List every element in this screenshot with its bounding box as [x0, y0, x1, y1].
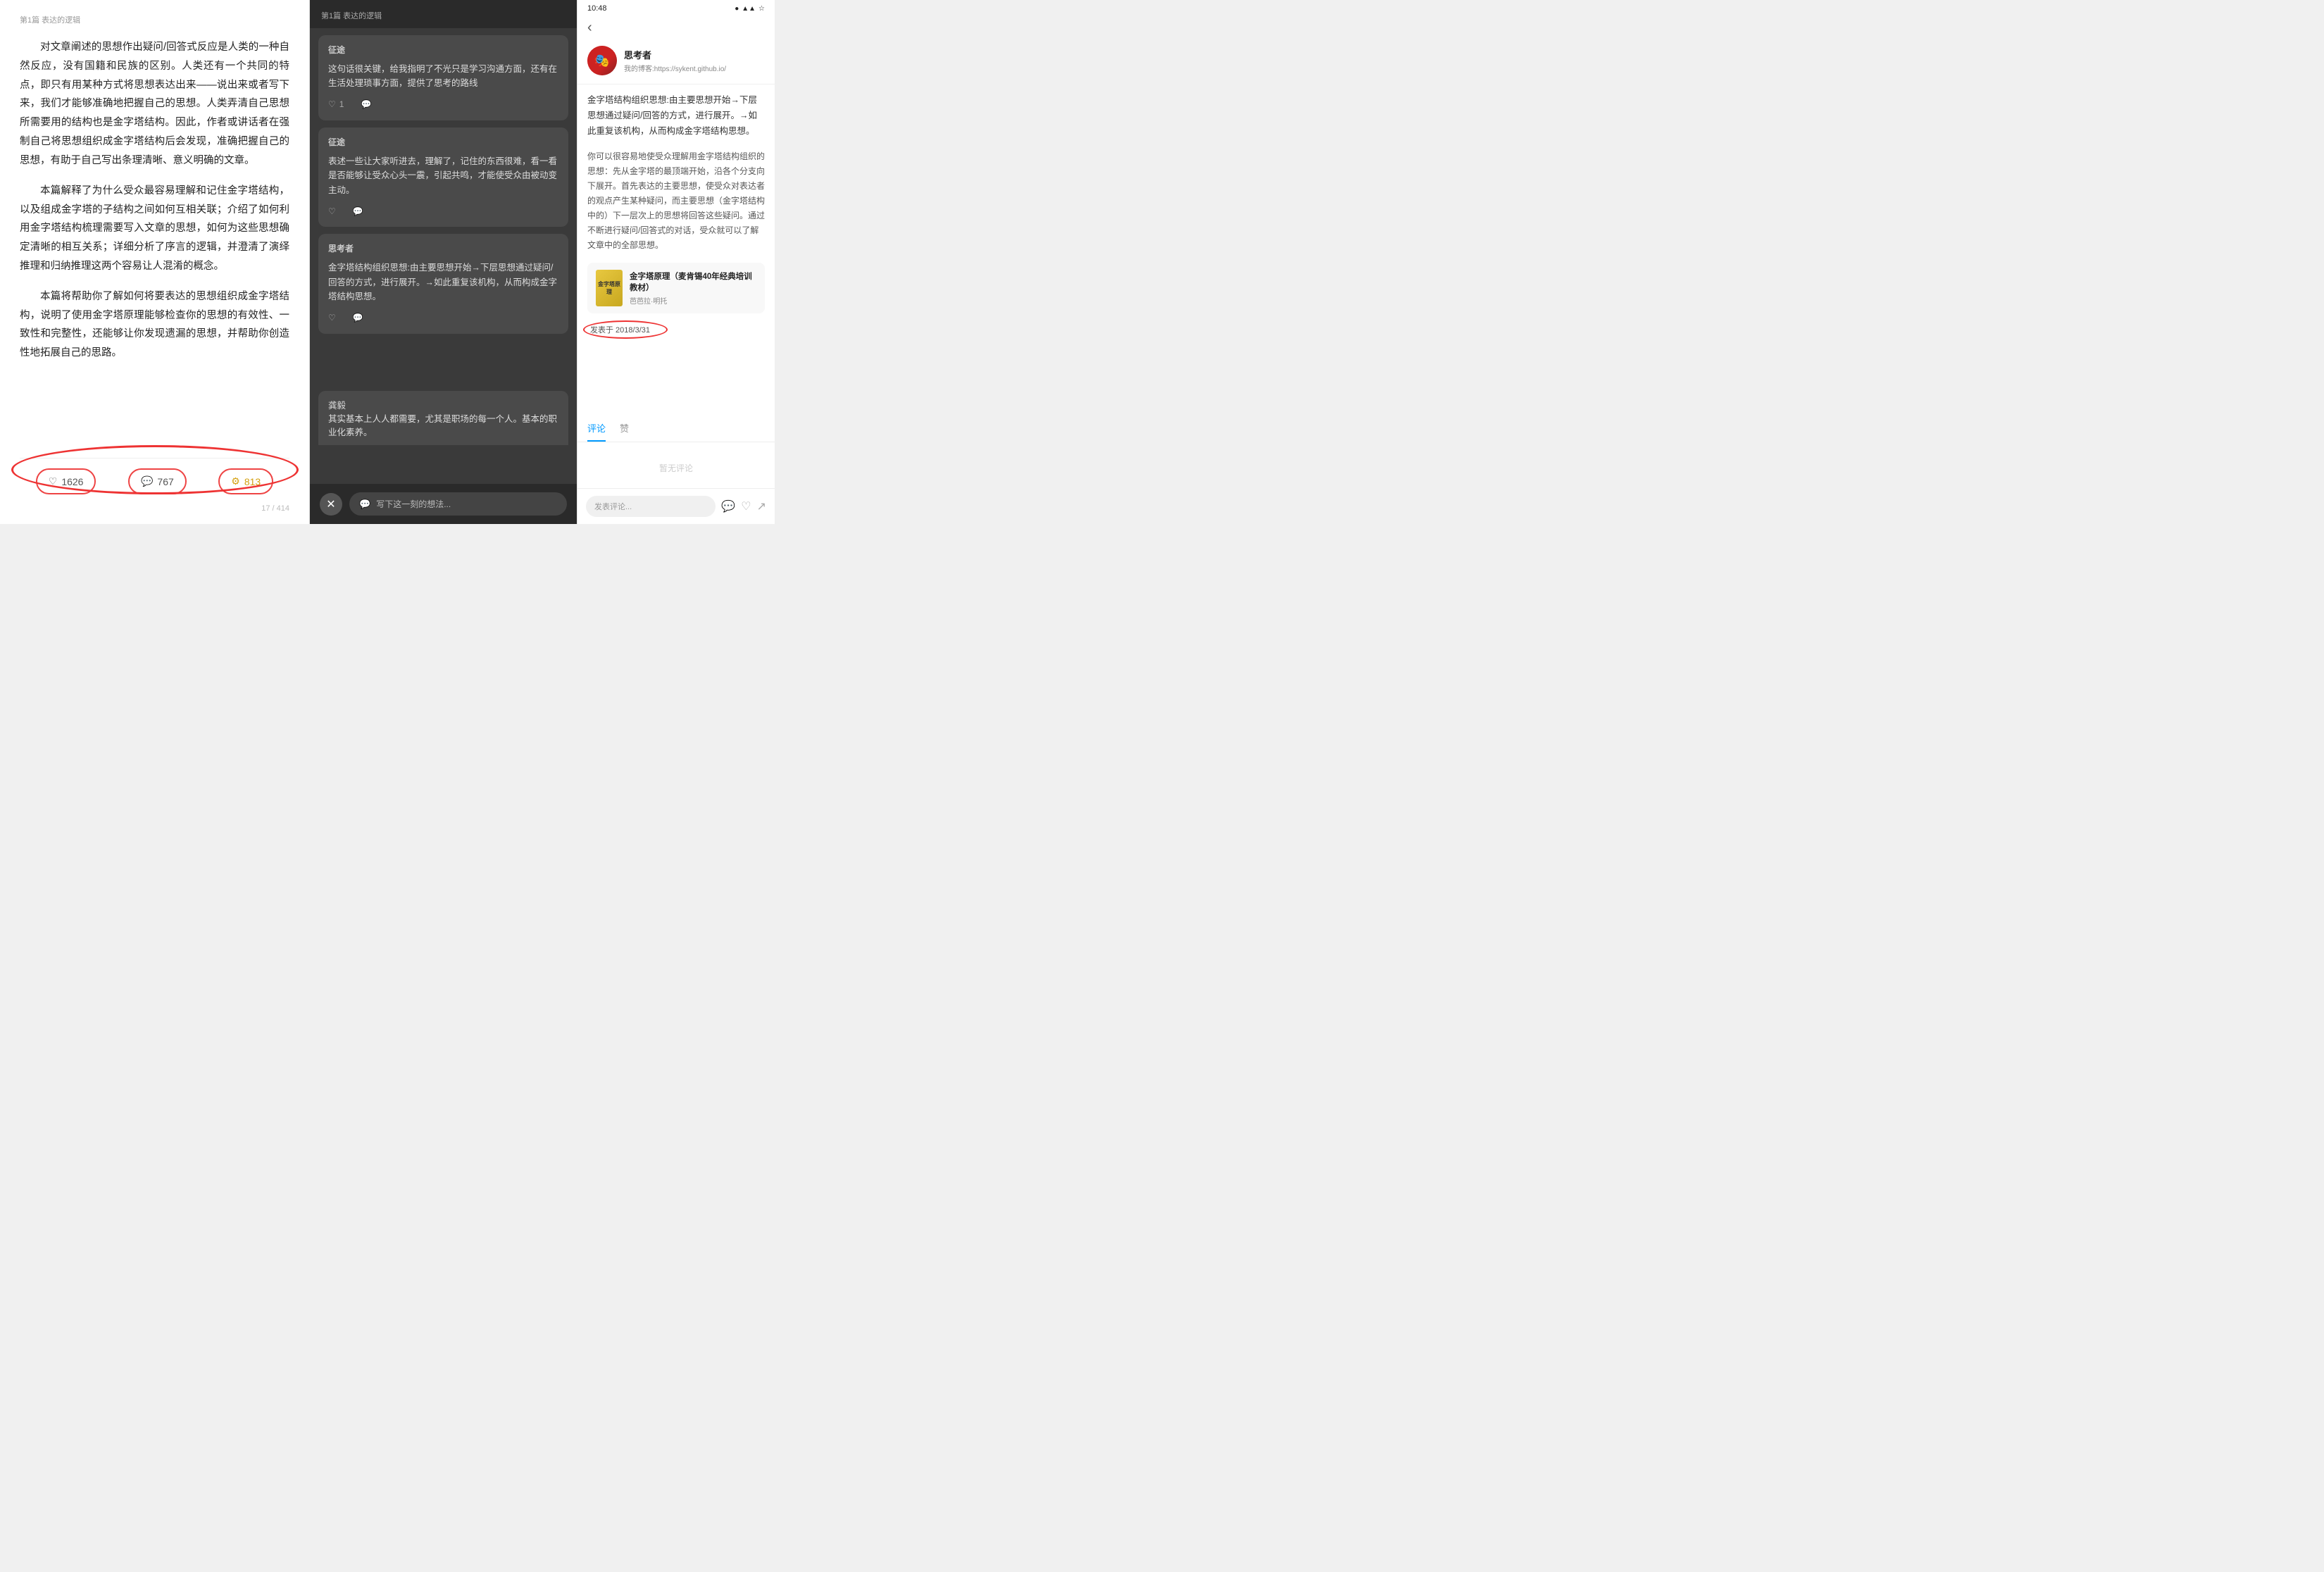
- mid-comment-input[interactable]: 💬 写下这一刻的想法...: [349, 492, 567, 516]
- heart-icon: [49, 475, 58, 487]
- like-button[interactable]: 1626: [36, 468, 96, 494]
- comment-input[interactable]: 发表评论...: [586, 496, 716, 517]
- article-detail: 你可以很容易地使受众理解用金字塔结构组织的思想：先从金字塔的最顶端开始，沿各个分…: [587, 149, 765, 253]
- publish-date: 发表于 2018/3/31: [587, 325, 653, 336]
- status-time: 10:48: [587, 4, 607, 13]
- book-title: 金字塔原理（麦肯锡40年经典培训教材）: [630, 270, 756, 293]
- user-profile: 🎭 思考者 我的博客:https://sykent.github.io/: [577, 43, 775, 85]
- like-count: 1626: [61, 476, 83, 487]
- comment-button[interactable]: 💬 767: [128, 468, 187, 494]
- card-2-like-button[interactable]: ♡: [328, 205, 336, 219]
- card-3-heart-icon: ♡: [328, 311, 336, 325]
- book-info: 金字塔原理（麦肯锡40年经典培训教材） 芭芭拉·明托: [630, 270, 756, 306]
- battery-icon: ●: [735, 5, 739, 13]
- right-content: 金字塔结构组织思想:由主要思想开始→下层思想通过疑问/回答的方式，进行展开。→如…: [577, 85, 775, 421]
- chat-bubble-icon: 💬: [359, 499, 370, 510]
- no-comment-text: 暂无评论: [577, 448, 775, 488]
- left-header: 第1篇 表达的逻辑: [20, 14, 289, 25]
- action-bar: 1626 💬 767 ⚙ 813: [20, 458, 289, 501]
- user-url: 我的博客:https://sykent.github.io/: [624, 63, 726, 73]
- card-1-like-button[interactable]: ♡ 1: [328, 98, 344, 112]
- partial-card: 龚毅 其实基本上人人都需要，尤其是职场的每一个人。基本的职业化素养。: [318, 391, 568, 445]
- card-1-text: 这句话很关键，给我指明了不光只是学习沟通方面，还有在生活处理琐事方面，提供了思考…: [328, 62, 558, 91]
- card-3-comment-button[interactable]: 💬: [353, 311, 363, 325]
- left-para-1: 对文章阐述的思想作出疑问/回答式反应是人类的一种自然反应，没有国籍和民族的区别。…: [20, 38, 289, 170]
- comment-card-2: 征途 表述一些让大家听进去，理解了，记住的东西很难，看一看是否能够让受众心头一震…: [318, 127, 568, 227]
- like-icon[interactable]: ♡: [741, 499, 751, 513]
- card-3-like-button[interactable]: ♡: [328, 311, 336, 325]
- mid-body: 对文章阐述的思想作出疑问/回答式反应是人类的一种自然反应，没有国籍和民族的区别。…: [310, 28, 577, 484]
- right-nav: ‹: [577, 15, 775, 43]
- left-content: 对文章阐述的思想作出疑问/回答式反应是人类的一种自然反应，没有国籍和民族的区别。…: [20, 38, 289, 451]
- left-para-3: 本篇将帮助你了解如何将要表达的思想组织成金字塔结构，说明了使用金字塔原理能够检查…: [20, 287, 289, 363]
- card-1-actions: ♡ 1 💬: [328, 98, 558, 112]
- share-out-icon[interactable]: ↗: [757, 499, 766, 513]
- card-1-heart-icon: ♡: [328, 98, 336, 112]
- book-cover: 金字塔原理: [596, 270, 623, 306]
- share-icon: ⚙: [231, 475, 240, 487]
- right-input-row: 发表评论... 💬 ♡ ↗: [577, 488, 775, 524]
- card-3-text: 金字塔结构组织思想:由主要思想开始→下层思想通过疑问/回答的方式，进行展开。→如…: [328, 261, 558, 304]
- user-name: 思考者: [624, 48, 726, 61]
- card-3-user: 思考者: [328, 242, 558, 256]
- card-2-comment-button[interactable]: 💬: [353, 205, 363, 219]
- book-cover-text: 金字塔原理: [596, 280, 623, 296]
- card-2-actions: ♡ 💬: [328, 205, 558, 219]
- card-2-user: 征途: [328, 136, 558, 150]
- left-para-2: 本篇解释了为什么受众最容易理解和记住金字塔结构，以及组成金字塔的子结构之间如何互…: [20, 182, 289, 276]
- comment-send-icon[interactable]: 💬: [721, 499, 735, 513]
- close-icon: ✕: [326, 497, 335, 511]
- left-panel: 第1篇 表达的逻辑 对文章阐述的思想作出疑问/回答式反应是人类的一种自然反应，没…: [0, 0, 310, 524]
- comment-count: 767: [157, 476, 173, 487]
- share-count: 813: [244, 476, 261, 487]
- tab-comments[interactable]: 评论: [587, 421, 606, 442]
- book-card[interactable]: 金字塔原理 金字塔原理（麦肯锡40年经典培训教材） 芭芭拉·明托: [587, 263, 765, 313]
- mid-input-placeholder: 写下这一刻的想法...: [376, 498, 451, 510]
- card-2-comment-icon: 💬: [353, 205, 363, 219]
- card-1-user: 征途: [328, 44, 558, 58]
- tab-likes[interactable]: 赞: [620, 421, 629, 442]
- share-button[interactable]: ⚙ 813: [218, 468, 273, 494]
- avatar-image: 🎭: [587, 46, 617, 75]
- wifi-icon: ☆: [758, 5, 765, 13]
- comment-input-placeholder: 发表评论...: [594, 503, 632, 511]
- comment-card-3: 思考者 金字塔结构组织思想:由主要思想开始→下层思想通过疑问/回答的方式，进行展…: [318, 234, 568, 333]
- page-number: 17 / 414: [20, 504, 289, 513]
- article-summary: 金字塔结构组织思想:由主要思想开始→下层思想通过疑问/回答的方式，进行展开。→如…: [587, 93, 765, 139]
- status-bar: 10:48 ● ▲▲ ☆: [577, 0, 775, 15]
- right-panel: 10:48 ● ▲▲ ☆ ‹ 🎭 思考者 我的博客:https://sykent…: [577, 0, 775, 524]
- signal-icon: ▲▲: [742, 5, 756, 13]
- card-3-comment-icon: 💬: [353, 311, 363, 325]
- user-info: 思考者 我的博客:https://sykent.github.io/: [624, 48, 726, 73]
- comment-card-1: 征途 这句话很关键，给我指明了不光只是学习沟通方面，还有在生活处理琐事方面，提供…: [318, 35, 568, 120]
- close-button[interactable]: ✕: [320, 493, 342, 516]
- card-1-comment-button[interactable]: 💬: [361, 98, 371, 112]
- mid-footer: ✕ 💬 写下这一刻的想法...: [310, 484, 577, 524]
- book-author: 芭芭拉·明托: [630, 295, 756, 306]
- mid-header: 第1篇 表达的逻辑: [310, 0, 577, 28]
- card-1-like-count: 1: [339, 98, 344, 112]
- avatar: 🎭: [587, 46, 617, 75]
- partial-card-user: 龚毅: [328, 398, 558, 411]
- status-icons: ● ▲▲ ☆: [735, 5, 765, 13]
- card-2-text: 表述一些让大家听进去，理解了，记住的东西很难，看一看是否能够让受众心头一震，引起…: [328, 154, 558, 198]
- card-2-heart-icon: ♡: [328, 205, 336, 219]
- publish-date-container: 发表于 2018/3/31: [587, 323, 653, 336]
- right-tabs: 评论 赞: [577, 421, 775, 442]
- partial-card-text: 其实基本上人人都需要，尤其是职场的每一个人。基本的职业化素养。: [328, 411, 558, 438]
- card-1-comment-icon: 💬: [361, 98, 371, 112]
- card-3-actions: ♡ 💬: [328, 311, 558, 325]
- mid-panel: 第1篇 表达的逻辑 对文章阐述的思想作出疑问/回答式反应是人类的一种自然反应，没…: [310, 0, 577, 524]
- comment-icon: 💬: [141, 475, 153, 487]
- back-button[interactable]: ‹: [587, 20, 592, 36]
